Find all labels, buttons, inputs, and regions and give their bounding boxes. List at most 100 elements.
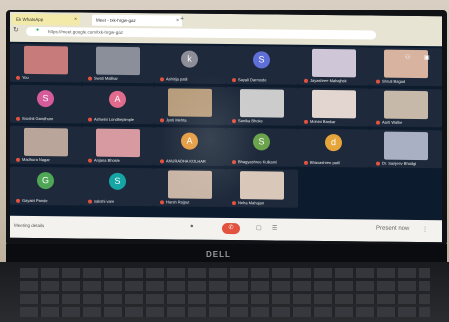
participant-name-text: Shruti Bagad — [382, 78, 406, 84]
avatar: d — [325, 134, 342, 152]
mic-icon[interactable]: ● — [190, 224, 194, 230]
avatar: G — [37, 172, 54, 190]
participant-name: Neha Mahajan — [232, 200, 264, 205]
mic-muted-icon — [160, 159, 164, 164]
participant-name-text: Madhura Nagar — [22, 156, 50, 163]
mic-muted-icon — [376, 79, 380, 84]
people-icon[interactable]: ⚇ — [405, 54, 410, 61]
tab-whatsapp[interactable]: Ek WhatsApp × — [12, 13, 80, 26]
participant-name-text: Sayali Darmode — [238, 77, 267, 83]
participant-name-text: You — [22, 74, 29, 80]
participant-name: Dr. Sanjeev Bhadgi — [376, 161, 416, 166]
mic-muted-icon — [304, 160, 308, 165]
mic-muted-icon — [160, 77, 164, 82]
participant-tile[interactable]: G Gayatri Pande — [10, 166, 82, 206]
participant-video — [240, 89, 284, 118]
reload-icon[interactable]: ↻ — [13, 26, 19, 34]
laptop-screen: Ek WhatsApp × Meet - txk-hrgw-gaz × + ↻ … — [10, 11, 442, 243]
key-row — [20, 268, 430, 278]
participant-tile[interactable]: Jyoti Mehta — [154, 86, 226, 125]
meeting-controls: Meeting details ● ✆ ▢ ☰ Present now ⋮ — [10, 215, 442, 243]
participant-tile[interactable]: Swati Malikar — [82, 44, 154, 84]
participant-video — [24, 45, 68, 75]
close-icon[interactable]: × — [176, 15, 179, 26]
participant-name-text: Jyoti Mehta — [166, 117, 187, 123]
participant-video — [312, 89, 356, 119]
participant-name: Harsh Rajput — [160, 199, 189, 205]
participant-tile[interactable]: k Ashitija patil — [154, 45, 226, 84]
participant-name: Sanika Bhoke — [232, 118, 263, 123]
participant-name-text: Swati Malikar — [94, 75, 118, 81]
participant-name-text: Jayashree Mahajhsk — [310, 77, 347, 84]
more-options-icon[interactable]: ⋮ — [422, 226, 428, 233]
participant-name: ANURADHA KOLHAR — [160, 158, 206, 164]
participant-name: Ashitija patil — [160, 76, 187, 82]
participant-tile[interactable]: Mohini Bankar — [298, 87, 370, 127]
avatar: k — [181, 50, 198, 68]
participant-grid: You Swati Malikar k Ashitija patil S Sayali D… — [10, 43, 442, 219]
mic-muted-icon — [304, 78, 308, 83]
mic-muted-icon — [88, 76, 92, 81]
captions-icon[interactable]: ☰ — [272, 224, 277, 231]
tab-meet[interactable]: Meet - txk-hrgw-gaz × — [92, 14, 182, 27]
participant-name-text: Ashwini Londhepimple — [94, 116, 135, 123]
camera-icon[interactable]: ▢ — [256, 224, 262, 231]
participant-tile[interactable]: S Bhagyashree Kulkarni — [226, 128, 298, 167]
mic-muted-icon — [304, 119, 308, 124]
participant-tile[interactable]: Dr. Sanjeev Bhadgi — [370, 129, 442, 169]
participant-tile[interactable]: S Srushti Gandhure — [10, 84, 82, 124]
participant-tile[interactable]: d Bhavashree patil — [298, 128, 370, 168]
participant-name: Shruti Bagad — [376, 79, 405, 84]
chat-icon[interactable]: ▣ — [424, 54, 430, 61]
key-row — [20, 294, 430, 304]
participant-tile[interactable]: Aarti Walke — [370, 88, 442, 128]
avatar: A — [109, 90, 126, 108]
participant-name-text: Aarti Walke — [382, 119, 403, 125]
participant-name: sakshi vare — [88, 199, 114, 204]
mic-muted-icon — [88, 117, 92, 122]
mic-muted-icon — [88, 199, 92, 204]
avatar: S — [109, 172, 126, 190]
new-tab-icon[interactable]: + — [180, 16, 184, 23]
participant-tile[interactable]: You — [10, 43, 82, 83]
participant-tile[interactable]: Sanika Bhoke — [226, 87, 298, 126]
tab-whatsapp-label: Ek WhatsApp — [16, 16, 44, 23]
participant-tile[interactable]: Madhura Nagar — [10, 125, 82, 165]
mic-muted-icon — [232, 119, 236, 124]
participant-tile[interactable]: S Sayali Darmode — [226, 46, 298, 85]
participant-name-text: Bhavashree patil — [310, 159, 340, 166]
participant-tile[interactable]: Neha Mahajan — [226, 169, 298, 208]
participant-name: Ashwini Londhepimple — [88, 117, 134, 122]
address-bar[interactable]: https://meet.google.com/txk-hrgw-gaz — [26, 26, 376, 40]
mic-muted-icon — [16, 75, 20, 80]
participant-name: Gayatri Pande — [16, 198, 48, 203]
participant-video — [240, 171, 284, 200]
participant-tile[interactable]: A ANURADHA KOLHAR — [154, 127, 226, 166]
participant-name-text: Mohini Bankar — [310, 118, 336, 125]
mic-muted-icon — [160, 200, 164, 205]
mic-muted-icon — [232, 201, 236, 206]
participant-name: Jayashree Mahajhsk — [304, 78, 347, 83]
participant-name-text: Neha Mahajan — [238, 200, 265, 206]
participant-name: Bhagyashree Kulkarni — [232, 159, 277, 165]
meeting-details-button[interactable]: Meeting details — [14, 223, 44, 228]
end-call-button[interactable]: ✆ — [222, 222, 240, 235]
browser-toolbar: Ek WhatsApp × Meet - txk-hrgw-gaz × + ↻ … — [10, 11, 442, 47]
participant-tile[interactable]: Harsh Rajput — [154, 168, 226, 207]
present-now-button[interactable]: Present now — [376, 226, 409, 232]
participant-video — [24, 127, 68, 157]
mic-muted-icon — [16, 116, 20, 121]
participant-tile[interactable]: Anjana Bhosle — [82, 126, 154, 166]
participant-tile[interactable]: Ssakshi vare — [82, 167, 154, 207]
mic-muted-icon — [16, 198, 20, 203]
participant-name: Anjana Bhosle — [88, 158, 120, 163]
participant-name: Bhavashree patil — [304, 160, 340, 165]
participant-video — [384, 90, 428, 120]
keyboard — [0, 262, 449, 322]
participant-name-text: Sanika Bhoke — [238, 118, 263, 124]
lock-icon: ● — [36, 27, 40, 34]
mic-muted-icon — [160, 118, 164, 123]
participant-tile[interactable]: A Ashwini Londhepimple — [82, 85, 154, 125]
participant-tile[interactable]: Jayashree Mahajhsk — [298, 46, 370, 86]
close-icon[interactable]: × — [74, 14, 77, 25]
